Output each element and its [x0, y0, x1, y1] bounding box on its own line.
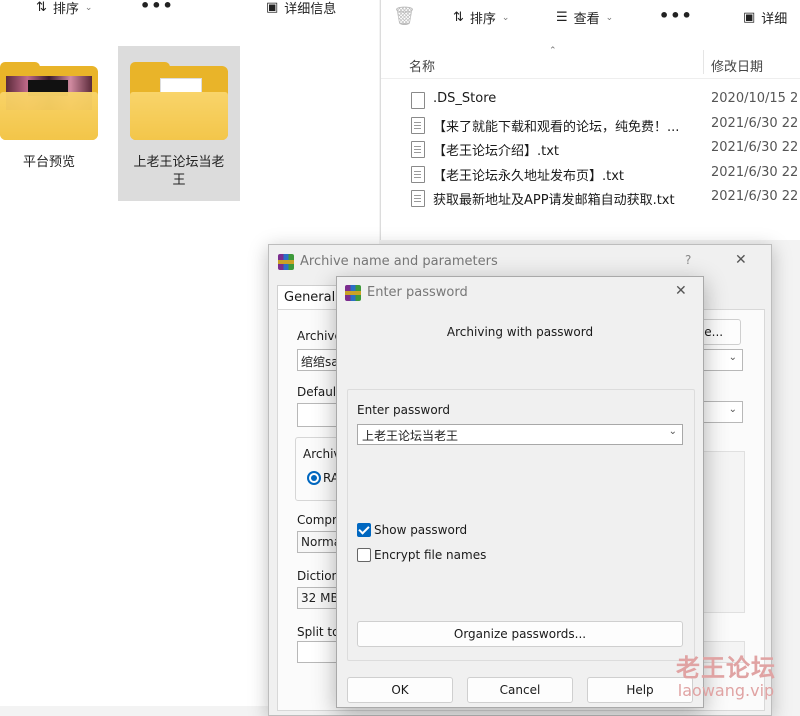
sort-arrow-icon: ⌃ [549, 46, 557, 56]
file-icon [411, 92, 425, 109]
more-options-button[interactable]: ••• [140, 0, 174, 15]
details-button[interactable]: ▣ 详细信息 [266, 0, 336, 17]
file-date: 2021/6/30 22 [711, 116, 799, 131]
file-row[interactable]: 【来了就能下载和观看的论坛，纯免费！... 2021/6/30 22 [381, 113, 800, 137]
column-divider[interactable] [703, 50, 704, 74]
folder-item-selected[interactable]: 上老王论坛当老王 [130, 62, 234, 190]
file-row[interactable]: 【老王论坛介绍】.txt 2021/6/30 22 [381, 137, 800, 161]
details-pane-icon: ▣ [743, 10, 756, 25]
text-file-icon [411, 141, 425, 158]
archive-format-label: Archiv [303, 447, 341, 461]
details-label: 详细信息 [284, 2, 337, 17]
watermark-url: laowang.vip [677, 681, 775, 700]
cancel-button[interactable]: Cancel [467, 677, 573, 703]
file-date: 2021/6/30 22 [711, 189, 799, 204]
details-label: 详细 [761, 12, 788, 27]
show-password-label: Show password [374, 523, 468, 537]
chevron-down-icon: ⌄ [501, 12, 510, 23]
watermark: 老王论坛 laowang.vip [676, 648, 776, 700]
column-name[interactable]: 名称 [409, 56, 435, 75]
winrar-icon [345, 285, 361, 301]
file-name: 【来了就能下载和观看的论坛，纯免费！... [433, 120, 680, 135]
right-explorer-window: 🗑 ⇅ 排序 ⌄ ☰ 查看 ⌄ ••• ▣ 详细 名称 ⌃ 修改日期 .DS_S… [380, 0, 800, 240]
chevron-down-icon: ⌄ [668, 426, 677, 437]
sort-icon: ⇅ [453, 10, 464, 25]
dialog-heading: Archiving with password [446, 325, 594, 339]
view-label: 查看 [573, 12, 600, 27]
archive-name-value: 绾绾sa [301, 355, 339, 369]
column-modified[interactable]: 修改日期 [711, 56, 763, 75]
file-row[interactable]: 获取最新地址及APP请发邮箱自动获取.txt 2021/6/30 22 [381, 186, 800, 210]
split-volumes-label: Split to [297, 625, 340, 639]
folder-label: 平台预览 [22, 155, 75, 170]
file-name: .DS_Store [433, 91, 497, 106]
view-button[interactable]: ☰ 查看 ⌄ [556, 8, 613, 27]
sort-label: 排序 [469, 12, 496, 27]
sort-icon: ⇅ [36, 0, 47, 15]
folder-item[interactable]: 平台预览 [0, 62, 104, 172]
text-file-icon [411, 190, 425, 207]
default-profile-label: Default [297, 385, 341, 399]
dialog-title: Archive name and parameters [300, 254, 498, 269]
chevron-down-icon: ⌄ [728, 352, 737, 363]
enter-password-dialog: Enter password ✕ Archiving with password… [336, 276, 704, 708]
chevron-down-icon: ⌄ [84, 2, 93, 13]
text-file-icon [411, 117, 425, 134]
enter-password-label: Enter password [357, 403, 450, 417]
file-date: 2021/6/30 22 [711, 165, 799, 180]
ok-button[interactable]: OK [347, 677, 453, 703]
delete-icon[interactable]: 🗑 [393, 6, 416, 27]
password-field[interactable]: 上老王论坛当老王 ⌄ [357, 424, 683, 445]
details-button[interactable]: ▣ 详细 [743, 8, 787, 27]
password-value: 上老王论坛当老王 [362, 429, 459, 443]
details-pane-icon: ▣ [266, 0, 279, 15]
file-row[interactable]: 【老王论坛永久地址发布页】.txt 2021/6/30 22 [381, 162, 800, 186]
file-date: 2021/6/30 22 [711, 140, 799, 155]
rar-radio[interactable] [307, 471, 321, 485]
dictionary-size-value: 32 MB [301, 591, 339, 605]
organize-passwords-button[interactable]: Organize passwords... [357, 621, 683, 647]
folder-icon [0, 62, 98, 140]
show-password-checkbox[interactable] [357, 523, 371, 537]
sort-label: 排序 [52, 2, 79, 17]
encrypt-file-names-label: Encrypt file names [374, 548, 487, 562]
sort-button[interactable]: ⇅ 排序 ⌄ [453, 8, 509, 27]
tab-general-label: General [284, 290, 336, 305]
file-name: 【老王论坛介绍】.txt [433, 144, 560, 159]
left-toolbar: ⇅ 排序 ⌄ ••• ▣ 详细信息 [0, 0, 379, 22]
file-name: 获取最新地址及APP请发邮箱自动获取.txt [433, 193, 675, 208]
chevron-down-icon: ⌄ [605, 12, 614, 23]
close-icon[interactable]: ✕ [735, 252, 747, 268]
encrypt-file-names-checkbox[interactable] [357, 548, 371, 562]
winrar-icon [278, 254, 294, 270]
text-file-icon [411, 166, 425, 183]
folder-label: 上老王论坛当老王 [133, 155, 225, 188]
chevron-down-icon: ⌄ [728, 404, 737, 415]
help-icon[interactable]: ? [685, 253, 691, 267]
file-date: 2020/10/15 2 [711, 91, 799, 106]
dialog-title: Enter password [367, 285, 468, 300]
view-icon: ☰ [556, 10, 568, 25]
sort-button[interactable]: ⇅ 排序 ⌄ [36, 0, 92, 17]
column-header: 名称 ⌃ 修改日期 [381, 46, 800, 79]
file-name: 【老王论坛永久地址发布页】.txt [433, 169, 625, 184]
folder-icon [130, 62, 228, 140]
file-row[interactable]: .DS_Store 2020/10/15 2 [381, 88, 800, 112]
close-icon[interactable]: ✕ [675, 283, 687, 299]
more-options-button[interactable]: ••• [659, 6, 693, 25]
watermark-title: 老王论坛 [676, 654, 776, 682]
